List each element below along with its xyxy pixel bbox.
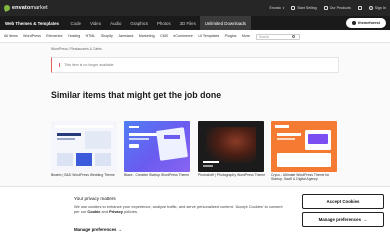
item-title-2[interactable]: Blaze - Creative Startup WordPress Theme (124, 173, 194, 177)
arrow-right-icon: → (363, 217, 368, 222)
grid-icon (323, 6, 328, 10)
themeforest-logo-icon (352, 21, 357, 25)
subnav-wordpress[interactable]: WordPress (23, 34, 41, 38)
store-icon (291, 6, 296, 10)
envato-link[interactable]: Envato ▾ (270, 6, 285, 10)
subnav-all-items[interactable]: All Items (4, 34, 18, 38)
item-thumbnail-4[interactable] (271, 121, 337, 172)
item-title-1[interactable]: Beatrix | B&D WordPress Wedding Theme (51, 173, 121, 177)
start-selling-link[interactable]: Start Selling (291, 6, 317, 10)
themeforest-label: themeforest (358, 21, 380, 25)
logo-suffix: market (30, 5, 48, 11)
manage-preferences-link[interactable]: Manage preferences → (74, 227, 122, 232)
similar-items-heading: Similar items that might get the job don… (51, 90, 222, 100)
cookie-policy-link[interactable]: Cookie (87, 209, 100, 214)
breadcrumb[interactable]: WordPress / Restaurants & Cafes (51, 47, 102, 51)
cookie-banner-title: Your privacy matters (74, 196, 116, 201)
item-thumbnail-2[interactable] (124, 121, 190, 172)
search-icon[interactable] (292, 35, 295, 38)
item-thumbnail-3[interactable] (198, 121, 264, 172)
alert-text: This item is no longer available (64, 63, 114, 67)
category-code[interactable]: Code (66, 16, 86, 30)
item-title-4[interactable]: Cryco - Ultimate WordPress Theme for Sta… (271, 173, 341, 182)
cookie-banner: Your privacy matters We use cookies to e… (0, 186, 390, 240)
subnav-html[interactable]: HTML (86, 34, 96, 38)
subnav-jamstack[interactable]: Jamstack (118, 34, 133, 38)
category-video[interactable]: Video (86, 16, 106, 30)
top-bar: envatomarket Envato ▾ Start Selling Our P… (0, 0, 390, 16)
manage-preferences-button[interactable]: Manage preferences → (302, 212, 384, 227)
sign-in-link[interactable]: Sign In (368, 6, 386, 10)
chevron-down-icon: ▾ (282, 6, 285, 10)
category-3d-files[interactable]: 3D Files (175, 16, 200, 30)
logo-brand: envato (12, 5, 31, 11)
cart-link[interactable] (357, 6, 362, 10)
cart-icon (357, 6, 362, 10)
category-photos[interactable]: Photos (152, 16, 175, 30)
subnav-shopify[interactable]: Shopify (101, 34, 113, 38)
subnav-ui-templates[interactable]: UI Templates (198, 34, 219, 38)
subnav-plugins[interactable]: Plugins (225, 34, 237, 38)
category-audio[interactable]: Audio (106, 16, 126, 30)
envato-leaf-icon (3, 4, 11, 12)
item-thumbnail-1[interactable] (51, 121, 117, 172)
accept-cookies-button[interactable]: Accept Cookies (302, 194, 384, 209)
user-icon (368, 6, 373, 10)
subnav-ecommerce[interactable]: eCommerce (173, 34, 193, 38)
category-graphics[interactable]: Graphics (126, 16, 153, 30)
alert-icon (58, 62, 60, 68)
item-title-3[interactable]: Photoshelf | Photography WordPress Theme (198, 173, 268, 177)
themeforest-badge[interactable]: themeforest (346, 18, 386, 28)
cookie-banner-text: We use cookies to enhance your experienc… (74, 204, 283, 215)
subnav-hosting[interactable]: Hosting (68, 34, 80, 38)
sub-nav: All Items WordPress Elementor Hosting HT… (0, 30, 390, 43)
category-web-themes[interactable]: Web Themes & Templates (0, 16, 66, 30)
subnav-marketing[interactable]: Marketing (139, 34, 155, 38)
subnav-elementor[interactable]: Elementor (46, 34, 62, 38)
category-unlimited-downloads[interactable]: Unlimited Downloads (200, 16, 251, 30)
category-nav: Web Themes & Templates Code Video Audio … (0, 16, 390, 30)
subnav-cms[interactable]: CMS (160, 34, 168, 38)
subnav-more[interactable]: More (242, 34, 250, 38)
privacy-policy-link[interactable]: Privacy (109, 209, 123, 214)
header-links: Envato ▾ Start Selling Our Products Sign … (270, 0, 386, 16)
item-unavailable-alert: This item is no longer available (51, 57, 339, 73)
envato-market-logo[interactable]: envatomarket (3, 4, 48, 12)
our-products-link[interactable]: Our Products (323, 6, 351, 10)
